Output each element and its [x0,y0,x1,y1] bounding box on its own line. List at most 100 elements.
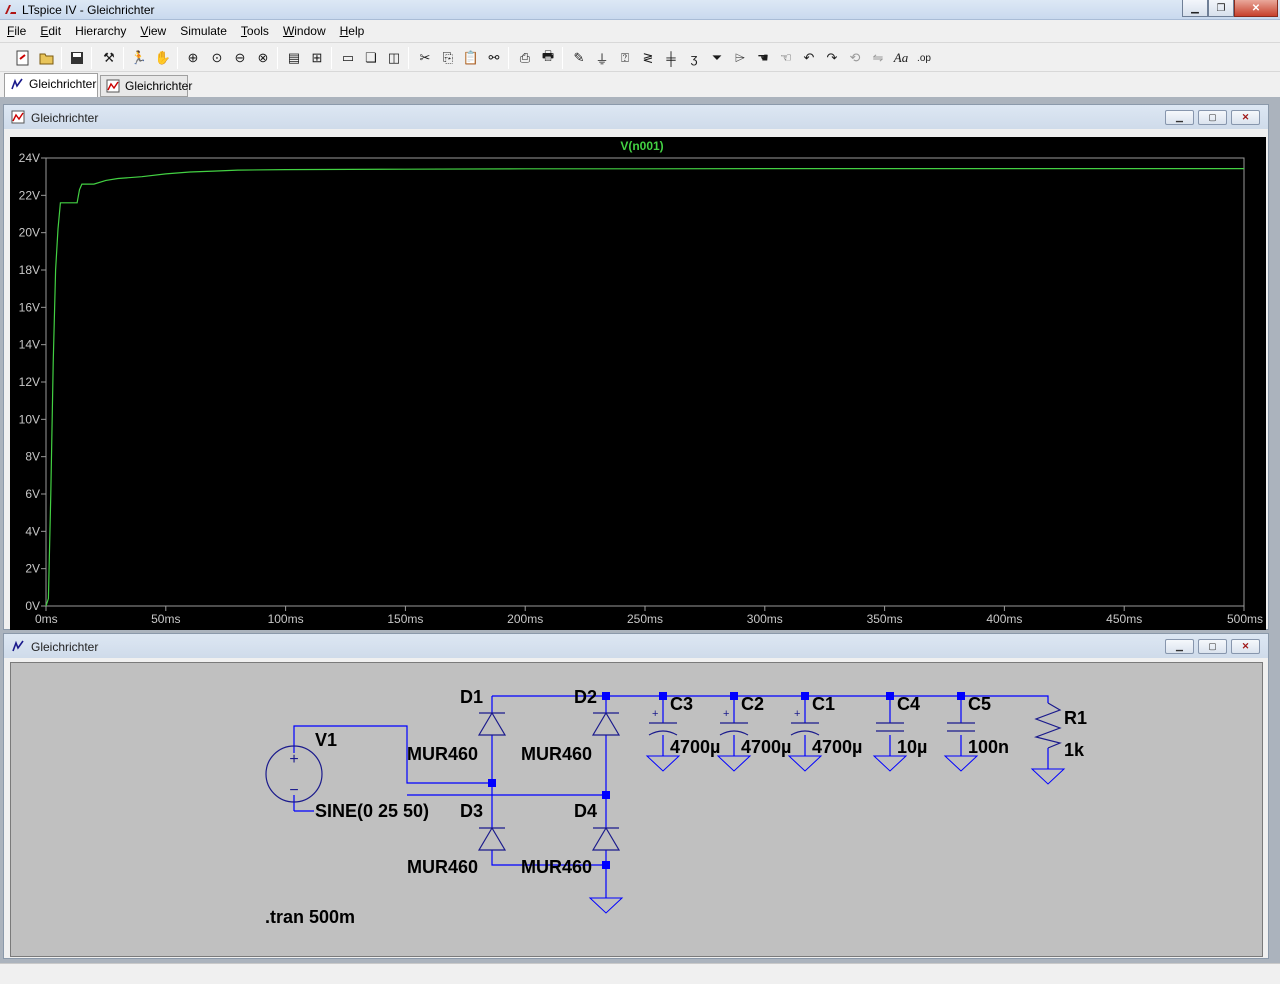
new-schematic-icon[interactable] [13,48,33,68]
halt-icon[interactable]: ✋ [153,48,173,68]
drag-icon[interactable]: ☜ [776,48,796,68]
r1-value[interactable]: 1k [1064,740,1085,760]
zoom-out-icon[interactable]: ⊖ [230,48,250,68]
title-bar: LTspice IV - Gleichrichter ▁ ❐ ✕ [0,0,1280,20]
diode-symbols [477,711,621,851]
waveform-maximize-button[interactable]: ▢ [1198,110,1227,125]
c5-ref[interactable]: C5 [968,694,991,714]
schematic-canvas[interactable]: + − + + + V1 SINE(0 25 50) D1 MUR460 D2 … [10,662,1263,957]
resistor-icon[interactable]: ≷ [638,48,658,68]
waveform-plot[interactable]: V(n001) 0V 2V 4V 6V 8V 10V 12V 14V 16V 18V 20V 22V 2… [10,137,1266,630]
cut-icon[interactable]: ✂ [415,48,435,68]
c4-value[interactable]: 10µ [897,737,927,757]
waveform-close-button[interactable]: ✕ [1231,110,1260,125]
d1-ref[interactable]: D1 [460,687,483,707]
draw-wire-icon[interactable]: ✎ [569,48,589,68]
d4-model[interactable]: MUR460 [521,857,592,877]
voltage-source-v1[interactable]: + − [265,745,323,803]
print-icon[interactable]: 🖶 [538,48,558,68]
waveform-icon [11,110,25,124]
diode-icon[interactable]: ⏷ [707,48,727,68]
d4-ref[interactable]: D4 [574,801,597,821]
paste-icon[interactable]: 📋 [461,48,481,68]
schematic-window-caption[interactable]: Gleichrichter ▁ ▢ ✕ [4,634,1268,658]
tab-waveform[interactable]: Gleichrichter [100,75,192,97]
menu-tools[interactable]: Tools [234,21,276,41]
redo-icon[interactable]: ↷ [822,48,842,68]
grid-icon[interactable]: ⊞ [307,48,327,68]
c4-ref[interactable]: C4 [897,694,920,714]
menu-edit[interactable]: Edit [33,21,68,41]
schematic-icon [11,78,23,90]
inductor-icon[interactable]: ʒ [684,48,704,68]
document-tabs: Gleichrichter Gleichrichter [0,73,1280,97]
trace-legend[interactable]: V(n001) [620,139,663,153]
c3-value[interactable]: 4700µ [670,737,720,757]
save-icon[interactable] [67,48,87,68]
autorange-icon[interactable]: ▤ [284,48,304,68]
c2-ref[interactable]: C2 [741,694,764,714]
menu-hierarchy[interactable]: Hierarchy [68,21,133,41]
c2-value[interactable]: 4700µ [741,737,791,757]
spice-directive-icon[interactable]: .op [914,48,934,68]
move-icon[interactable]: ☚ [753,48,773,68]
minimize-button[interactable]: ▁ [1182,0,1208,17]
y-tick-label: 16V [19,300,40,314]
undo-icon[interactable]: ↶ [799,48,819,68]
window-controls: ▁ ❐ ✕ [1182,0,1278,17]
c1-ref[interactable]: C1 [812,694,835,714]
d1-model[interactable]: MUR460 [407,744,478,764]
schematic-close-button[interactable]: ✕ [1231,639,1260,654]
v1-ref[interactable]: V1 [315,730,337,750]
capacitor-icon[interactable]: ╪ [661,48,681,68]
d3-ref[interactable]: D3 [460,801,483,821]
c1-value[interactable]: 4700µ [812,737,862,757]
d3-model[interactable]: MUR460 [407,857,478,877]
run-icon[interactable]: 🏃 [129,48,149,68]
menu-simulate[interactable]: Simulate [173,21,234,41]
r1-ref[interactable]: R1 [1064,708,1087,728]
zoom-fit-icon[interactable]: ⊗ [253,48,273,68]
waveform-minimize-button[interactable]: ▁ [1165,110,1194,125]
rotate-icon[interactable]: ⟲ [845,48,865,68]
c3-ref[interactable]: C3 [670,694,693,714]
control-panel-icon[interactable]: ⚒ [99,48,119,68]
text-icon[interactable]: Aa [891,48,911,68]
plot-frame [45,157,1245,607]
tile-vertical-icon[interactable]: ◫ [384,48,404,68]
x-tick-label: 500ms [1227,612,1263,626]
cascade-icon[interactable]: ❏ [361,48,381,68]
x-tick-label: 450ms [1106,612,1142,626]
restore-button[interactable]: ❐ [1208,0,1234,17]
open-folder-icon[interactable] [37,48,57,68]
close-button[interactable]: ✕ [1234,0,1278,17]
schematic-minimize-button[interactable]: ▁ [1165,639,1194,654]
c5-value[interactable]: 100n [968,737,1009,757]
v1-value[interactable]: SINE(0 25 50) [315,801,429,821]
schematic-maximize-button[interactable]: ▢ [1198,639,1227,654]
svg-text:+: + [723,708,729,720]
waveform-window-caption[interactable]: Gleichrichter ▁ ▢ ✕ [4,105,1268,129]
waveform-window: Gleichrichter ▁ ▢ ✕ V(n001) 0V 2V 4V 6V 8V 10… [3,104,1269,630]
zoom-in-icon[interactable]: ⊕ [183,48,203,68]
menu-window[interactable]: Window [276,21,333,41]
menu-view[interactable]: View [133,21,173,41]
menu-help[interactable]: Help [333,21,372,41]
copy-icon[interactable]: ⎘ [438,48,458,68]
d2-model[interactable]: MUR460 [521,744,592,764]
print-preview-icon[interactable]: ⎙ [515,48,535,68]
x-tick-label: 200ms [507,612,543,626]
label-net-icon[interactable]: ⍰ [615,48,635,68]
tile-horizontal-icon[interactable]: ▭ [338,48,358,68]
find-icon[interactable]: ⚯ [484,48,504,68]
ltspice-app: LTspice IV - Gleichrichter ▁ ❐ ✕ File Ed… [0,0,1280,984]
zoom-pan-icon[interactable]: ⊙ [207,48,227,68]
ground-icon[interactable]: ⏚ [592,48,612,68]
mirror-icon[interactable]: ⇋ [868,48,888,68]
d2-ref[interactable]: D2 [574,687,597,707]
tran-directive[interactable]: .tran 500m [265,907,355,927]
status-bar [0,963,1280,984]
tab-schematic[interactable]: Gleichrichter [4,73,98,97]
component-icon[interactable]: ⌲ [730,48,750,68]
menu-file[interactable]: File [0,21,33,41]
